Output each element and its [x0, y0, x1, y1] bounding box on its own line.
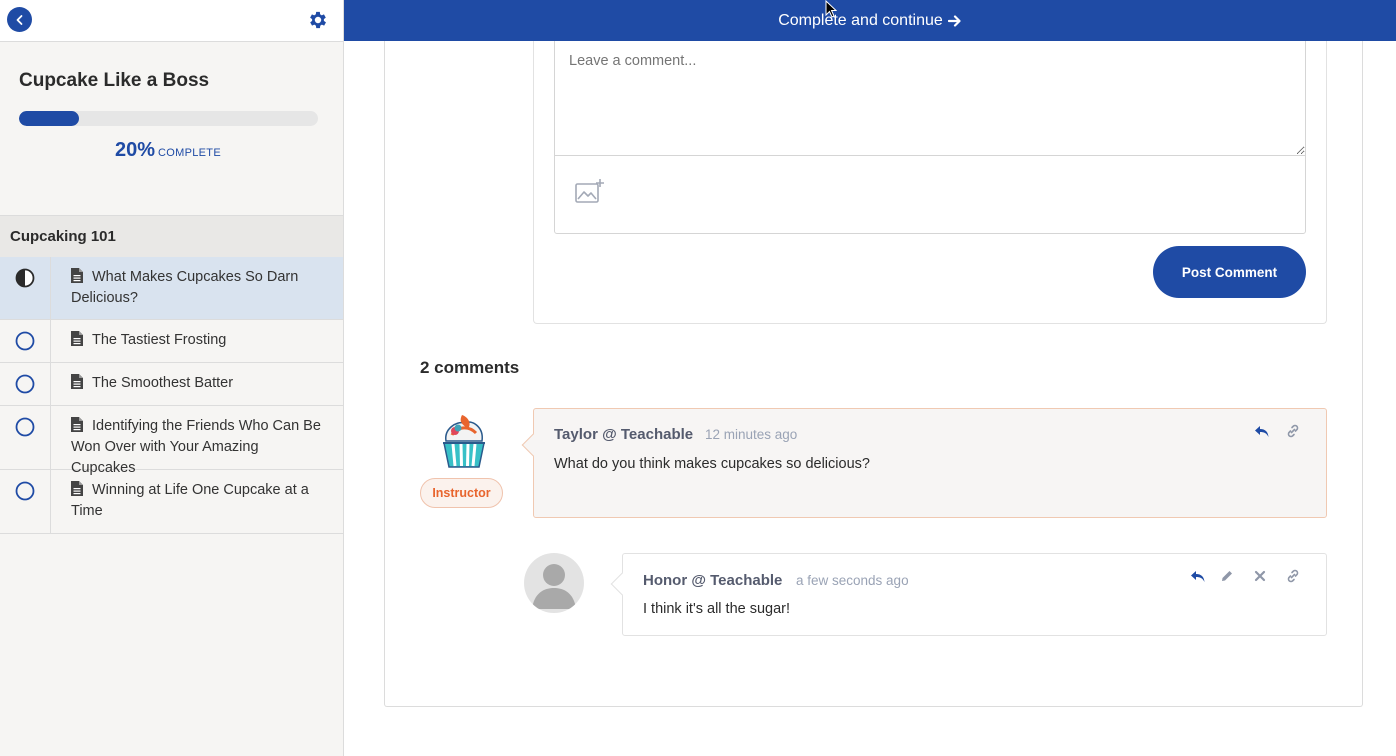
- back-button[interactable]: [7, 7, 32, 32]
- sidebar-header: [0, 0, 343, 42]
- chevron-left-icon: [16, 14, 22, 25]
- course-title: Cupcake Like a Boss: [19, 70, 210, 91]
- comment-bubble: Honor @ Teachable a few seconds ago I th…: [610, 553, 1327, 636]
- lecture-item-winning-at-life[interactable]: Winning at Life One Cupcake at a Time: [0, 470, 343, 534]
- progress-bar: [19, 111, 318, 126]
- document-icon: [71, 268, 83, 283]
- instructor-badge: Instructor: [420, 478, 503, 508]
- link-icon[interactable]: [1285, 423, 1301, 439]
- comment-time: 12 minutes ago: [705, 427, 798, 442]
- incomplete-circle-icon: [15, 481, 35, 501]
- lecture-item-tastiest-frosting[interactable]: The Tastiest Frosting: [0, 320, 343, 363]
- reply-icon[interactable]: [1254, 423, 1270, 439]
- document-icon: [71, 481, 83, 496]
- cupcake-avatar: [443, 415, 485, 468]
- document-icon: [71, 374, 83, 389]
- comment-input[interactable]: [554, 41, 1306, 156]
- reply-icon[interactable]: [1190, 568, 1206, 584]
- comment-text: What do you think makes cupcakes so deli…: [554, 456, 870, 472]
- gear-icon[interactable]: [307, 9, 329, 31]
- edit-icon[interactable]: [1219, 568, 1235, 584]
- lecture-title: The Tastiest Frosting: [92, 332, 227, 348]
- complete-and-continue-button[interactable]: Complete and continue: [344, 0, 1396, 41]
- lecture-item-identifying-friends[interactable]: Identifying the Friends Who Can Be Won O…: [0, 406, 343, 476]
- progress-percent: 20%: [115, 139, 156, 161]
- comment-text: I think it's all the sugar!: [643, 601, 791, 617]
- mouse-cursor-icon: [825, 0, 837, 18]
- comment-time: a few seconds ago: [796, 573, 909, 588]
- incomplete-circle-icon: [15, 374, 35, 394]
- half-complete-circle-icon: [15, 268, 35, 288]
- progress-text: 20% COMPLETE: [0, 139, 336, 162]
- incomplete-circle-icon: [15, 417, 35, 437]
- document-icon: [71, 417, 83, 432]
- link-icon[interactable]: [1285, 568, 1301, 584]
- lecture-item-what-makes-cupcakes[interactable]: What Makes Cupcakes So Darn Delicious?: [0, 257, 343, 320]
- attachment-area: [554, 155, 1306, 234]
- comment-author[interactable]: Honor @ Teachable: [643, 572, 782, 589]
- lecture-list: What Makes Cupcakes So Darn Delicious? T…: [0, 257, 343, 534]
- lecture-item-smoothest-batter[interactable]: The Smoothest Batter: [0, 363, 343, 406]
- incomplete-circle-icon: [15, 331, 35, 351]
- lecture-title: What Makes Cupcakes So Darn Delicious?: [71, 269, 299, 306]
- document-icon: [71, 331, 83, 346]
- progress-bar-fill: [19, 111, 79, 126]
- arrow-right-icon: [947, 14, 961, 27]
- comment-author[interactable]: Taylor @ Teachable: [554, 426, 693, 443]
- user-silhouette-icon: [532, 564, 576, 609]
- lecture-title: The Smoothest Batter: [92, 375, 234, 391]
- comment-bubble: Taylor @ Teachable 12 minutes ago What d…: [521, 408, 1327, 518]
- complete-and-continue-label: Complete and continue: [778, 11, 943, 29]
- delete-icon[interactable]: [1252, 568, 1268, 584]
- course-sidebar: Cupcake Like a Boss 20% COMPLETE Cupcakin…: [0, 0, 344, 756]
- avatar: [524, 553, 584, 613]
- progress-complete-label: COMPLETE: [158, 147, 221, 159]
- comments-count: 2 comments: [420, 358, 520, 377]
- post-comment-button[interactable]: Post Comment: [1153, 246, 1306, 298]
- lecture-title: Winning at Life One Cupcake at a Time: [71, 482, 309, 519]
- add-image-icon[interactable]: [575, 178, 605, 204]
- section-title: Cupcaking 101: [0, 215, 343, 257]
- lecture-title: Identifying the Friends Who Can Be Won O…: [71, 418, 321, 476]
